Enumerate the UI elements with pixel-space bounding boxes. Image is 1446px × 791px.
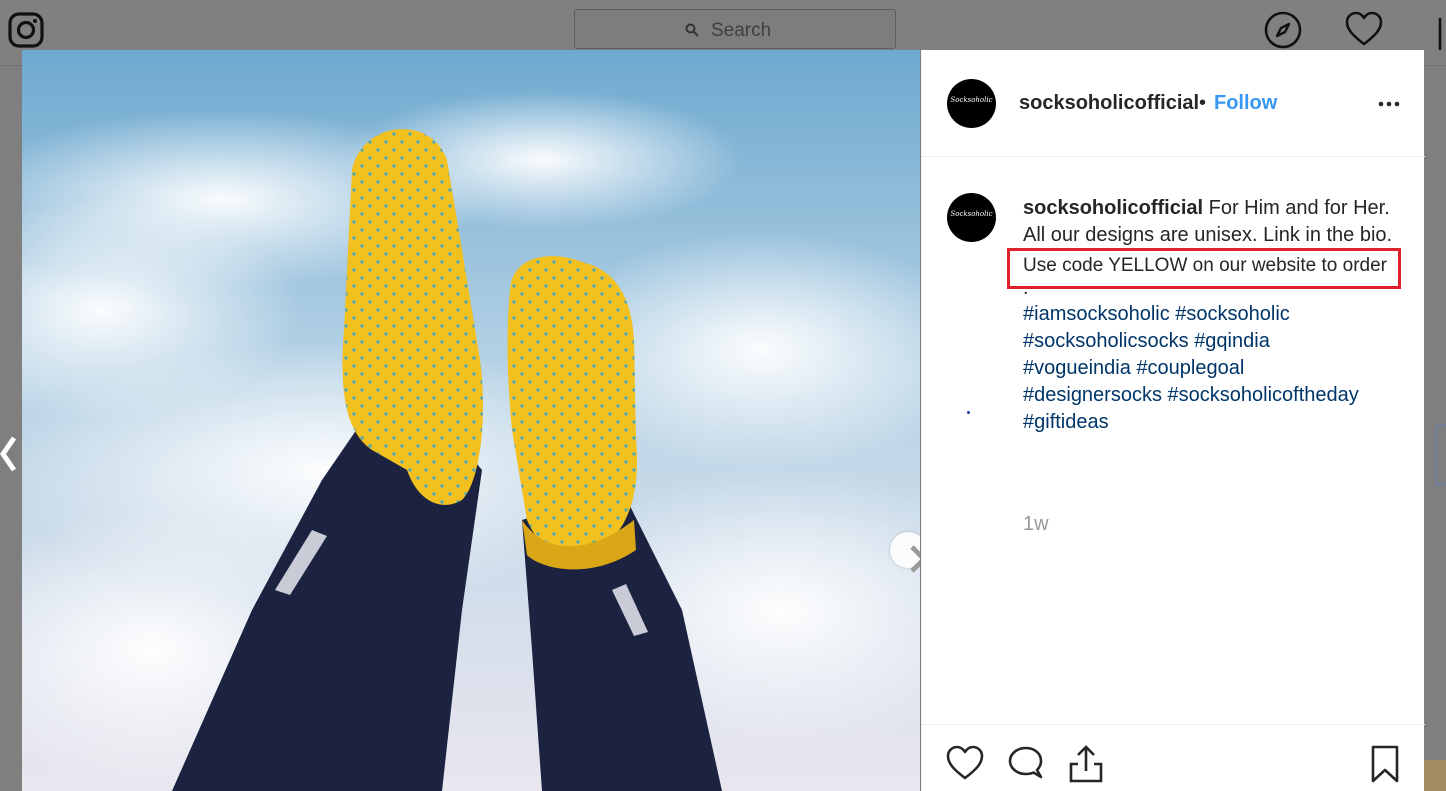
follow-button[interactable]: Follow xyxy=(1214,92,1277,115)
post-photo[interactable] xyxy=(22,50,920,791)
avatar-logo-text: Socksoholic xyxy=(950,96,993,104)
instagram-logo-icon[interactable] xyxy=(8,12,44,48)
chevron-left-icon[interactable] xyxy=(0,432,22,476)
bookmark-icon[interactable] xyxy=(1365,744,1405,784)
comment-icon[interactable] xyxy=(1006,744,1046,784)
next-post-hint xyxy=(1436,425,1446,485)
hashtag-list: #iamsocksoholic #socksoholic #socksoholi… xyxy=(1023,301,1403,436)
search-placeholder: Search xyxy=(711,20,772,41)
chevron-right-icon xyxy=(910,545,920,573)
hashtag-link[interactable]: #giftideas xyxy=(1023,411,1109,433)
post-header: Socksoholic socksoholicofficial • Follow xyxy=(922,50,1425,157)
stray-dot xyxy=(967,411,970,414)
post-caption: socksoholicofficial For Him and for Her.… xyxy=(1007,195,1403,436)
caption-text-block: socksoholicofficial For Him and for Her. xyxy=(1023,195,1403,222)
action-bar xyxy=(922,724,1425,791)
avatar-logo-text: Socksoholic xyxy=(950,210,993,218)
heart-icon[interactable] xyxy=(1344,10,1384,50)
avatar[interactable]: Socksoholic xyxy=(947,79,996,128)
search-icon xyxy=(685,23,699,37)
highlight-box xyxy=(1007,248,1401,289)
caption-line-1: For Him and for Her. xyxy=(1208,197,1390,219)
timestamp[interactable]: 1w xyxy=(1023,513,1049,536)
username-link[interactable]: socksoholicofficial xyxy=(1019,92,1199,115)
hashtag-link[interactable]: #socksoholic xyxy=(1175,303,1290,325)
profile-icon[interactable] xyxy=(1428,12,1446,52)
like-heart-icon[interactable] xyxy=(945,744,985,784)
hashtag-link[interactable]: #socksoholicsocks xyxy=(1023,330,1189,352)
socks-photo-illustration xyxy=(22,50,920,791)
background-thumbnail xyxy=(1424,760,1446,791)
caption-line-2: All our designs are unisex. Link in the … xyxy=(1023,224,1393,246)
separator-dot: • xyxy=(1199,92,1207,114)
hashtag-link[interactable]: #designersocks xyxy=(1023,384,1162,406)
post-detail-panel: Socksoholic socksoholicofficial • Follow… xyxy=(921,50,1425,791)
compass-icon[interactable] xyxy=(1263,10,1303,50)
share-icon[interactable] xyxy=(1066,744,1106,784)
hashtag-link[interactable]: #vogueindia xyxy=(1023,357,1131,379)
hashtag-link[interactable]: #gqindia xyxy=(1194,330,1270,352)
promo-code-line: Use code YELLOW on our website to order xyxy=(1007,248,1401,289)
hashtag-link[interactable]: #socksoholicoftheday xyxy=(1168,384,1359,406)
next-image-button[interactable] xyxy=(890,532,920,573)
caption-avatar[interactable]: Socksoholic xyxy=(947,193,996,242)
more-options-icon[interactable] xyxy=(1377,96,1401,112)
hashtag-link[interactable]: #couplegoal xyxy=(1136,357,1244,379)
hashtag-link[interactable]: #iamsocksoholic xyxy=(1023,303,1170,325)
caption-username-link[interactable]: socksoholicofficial xyxy=(1023,197,1203,219)
search-input[interactable]: Search xyxy=(574,9,896,49)
